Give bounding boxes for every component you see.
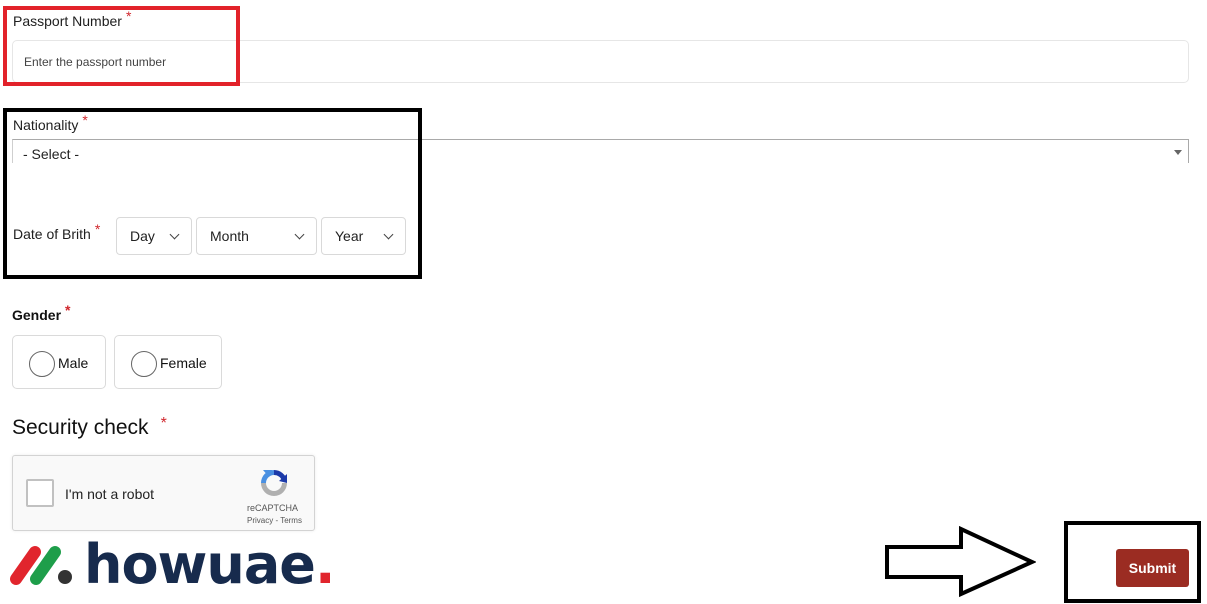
security-check-text: Security check — [12, 416, 149, 439]
logo-mark-icon — [10, 546, 72, 585]
dob-year-select[interactable]: Year — [321, 217, 406, 255]
radio-button[interactable] — [29, 351, 55, 377]
passport-label-text: Passport Number — [13, 13, 122, 29]
required-asterisk: * — [125, 8, 132, 24]
chevron-down-icon — [169, 229, 180, 240]
logo-text: howuae — [84, 533, 316, 596]
gender-option-male[interactable]: Male — [12, 335, 106, 389]
recaptcha-privacy-terms-links[interactable]: Privacy - Terms — [247, 516, 302, 525]
chevron-down-icon — [294, 229, 305, 240]
gender-option-label: Female — [160, 355, 207, 371]
recaptcha-logo-icon — [261, 469, 287, 496]
logo-wordmark: howuae. — [84, 533, 335, 596]
logo-dot: . — [314, 533, 335, 596]
required-asterisk: * — [65, 302, 71, 318]
recaptcha-brand: reCAPTCHA — [247, 503, 299, 513]
dob-day-value: Day — [130, 228, 155, 244]
gender-option-label: Male — [58, 355, 89, 371]
nationality-label-text: Nationality — [13, 117, 79, 133]
right-arrow-icon — [885, 526, 1036, 598]
chevron-down-icon — [383, 229, 394, 240]
gender-label: Gender * — [12, 302, 70, 323]
submit-button[interactable]: Submit — [1116, 549, 1189, 587]
required-asterisk: * — [82, 112, 88, 128]
gender-option-female[interactable]: Female — [114, 335, 222, 389]
nationality-select[interactable]: - Select - — [12, 139, 1189, 163]
dob-label-text: Date of Brith — [13, 226, 91, 242]
radio-button[interactable] — [131, 351, 157, 377]
gender-label-text: Gender — [12, 307, 62, 323]
security-check-title: Security check * — [12, 415, 167, 440]
recaptcha-label: I'm not a robot — [65, 486, 155, 502]
passport-number-label: Passport Number * — [13, 8, 131, 29]
nationality-selected-value: - Select - — [23, 146, 80, 162]
howuae-logo: howuae. — [8, 533, 335, 596]
dob-day-select[interactable]: Day — [116, 217, 192, 255]
recaptcha-widget: I'm not a robot reCAPTCHA Privacy - Term… — [12, 455, 315, 531]
recaptcha-checkbox[interactable] — [26, 479, 54, 507]
caret-down-icon — [1174, 150, 1182, 155]
dob-year-value: Year — [335, 228, 364, 244]
date-of-birth-label: Date of Brith * — [13, 221, 100, 242]
passport-number-input[interactable] — [12, 40, 1189, 83]
nationality-label: Nationality * — [13, 112, 88, 133]
dob-month-value: Month — [210, 228, 249, 244]
required-asterisk: * — [160, 415, 167, 432]
required-asterisk: * — [94, 221, 101, 237]
dob-month-select[interactable]: Month — [196, 217, 317, 255]
